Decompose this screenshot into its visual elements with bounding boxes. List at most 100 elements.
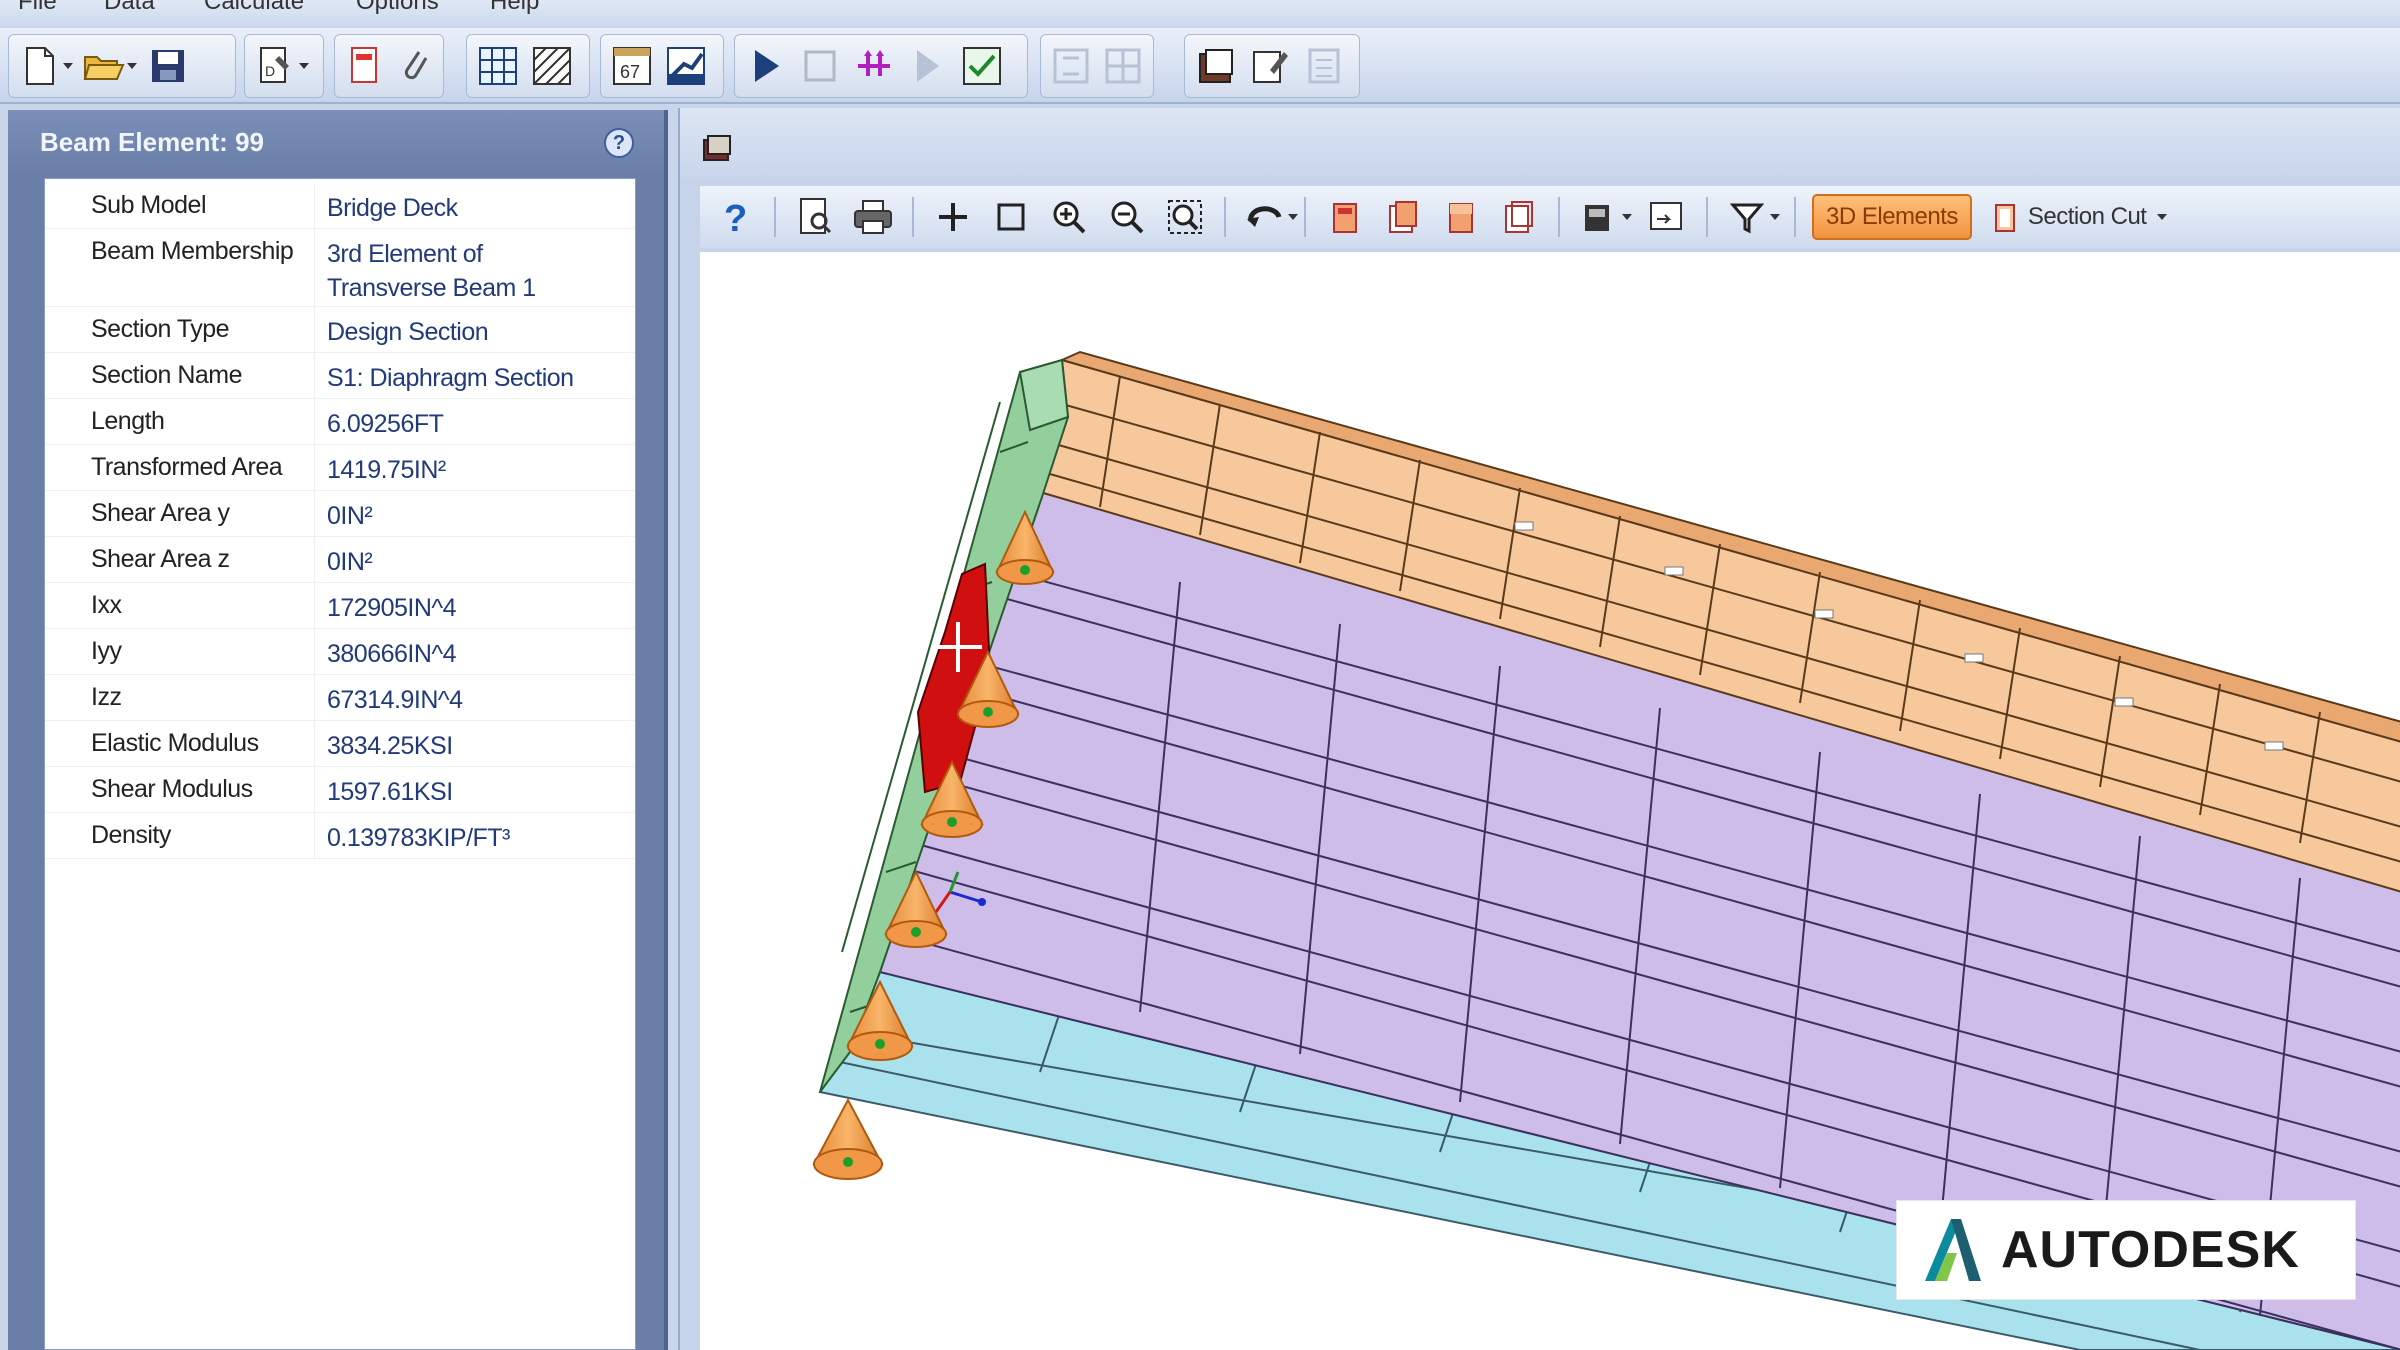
3d-elements-label: 3D Elements xyxy=(1826,203,1958,230)
property-row-elastic-modulus[interactable]: Elastic Modulus 3834.25KSI xyxy=(45,721,635,767)
property-row-sub-model[interactable]: Sub Model Bridge Deck xyxy=(45,183,635,229)
model-view-window: ? 3D Elements Section Cut AUTODESK xyxy=(678,108,2400,1350)
disabled-report-button[interactable] xyxy=(1301,43,1347,89)
zoom-extents-button[interactable] xyxy=(1162,194,1208,240)
pan-button[interactable] xyxy=(930,194,976,240)
print-preview-button[interactable]: D xyxy=(253,43,309,89)
new-file-button[interactable] xyxy=(17,43,73,89)
svg-text:D: D xyxy=(265,63,275,79)
check-model-button[interactable] xyxy=(959,43,1005,89)
toolbar-separator xyxy=(1706,197,1708,237)
property-label: Density xyxy=(45,813,315,858)
graph-button[interactable] xyxy=(663,43,709,89)
property-row-transformed-area[interactable]: Transformed Area 1419.75IN² xyxy=(45,445,635,491)
help-circle-icon[interactable]: ? xyxy=(604,128,634,158)
run-analysis-button[interactable] xyxy=(743,43,789,89)
diaphragm-top xyxy=(1018,358,1070,432)
property-row-density[interactable]: Density 0.139783KIP/FT³ xyxy=(45,813,635,859)
bridge-deck-model[interactable] xyxy=(700,252,2400,1350)
help-button[interactable]: ? xyxy=(712,194,758,240)
disabled-tool-2-button[interactable] xyxy=(1101,43,1145,89)
print-button[interactable] xyxy=(850,194,896,240)
report-book-icon xyxy=(1199,49,1233,83)
display-options-button[interactable] xyxy=(1576,194,1632,240)
export-image-icon xyxy=(1650,202,1682,230)
save-button[interactable] xyxy=(145,43,191,89)
menu-calculate[interactable]: Calculate xyxy=(204,0,304,16)
menu-bar: File Data Calculate Options Help xyxy=(0,0,2400,26)
rotate-view-button[interactable] xyxy=(1242,194,1298,240)
delete-button[interactable] xyxy=(343,43,385,89)
property-row-ixx[interactable]: Ixx 172905IN^4 xyxy=(45,583,635,629)
property-value: 1419.75IN² xyxy=(327,456,446,484)
property-row-iyy[interactable]: Iyy 380666IN^4 xyxy=(45,629,635,675)
load-case-button[interactable] xyxy=(851,43,897,89)
property-value: S1: Diaphragm Section xyxy=(327,364,574,392)
section-cut-icon xyxy=(1994,204,2015,232)
next-step-button[interactable] xyxy=(905,43,951,89)
hatch-button[interactable] xyxy=(529,43,575,89)
iso-view-button[interactable] xyxy=(1496,194,1542,240)
grid-button[interactable] xyxy=(475,43,521,89)
check-model-icon xyxy=(963,47,1001,85)
open-file-button[interactable] xyxy=(81,43,137,89)
view-titlebar xyxy=(680,108,2400,180)
property-row-section-type[interactable]: Section Type Design Section xyxy=(45,307,635,353)
menu-file[interactable]: File xyxy=(18,0,57,16)
new-file-icon xyxy=(26,47,54,85)
results-toolbar-group: 67 xyxy=(600,34,724,98)
edit-report-button[interactable] xyxy=(1247,43,1293,89)
property-row-section-name[interactable]: Section Name S1: Diaphragm Section xyxy=(45,353,635,399)
disabled-tool-1-button[interactable] xyxy=(1049,43,1093,89)
3d-model-viewport[interactable]: AUTODESK xyxy=(700,252,2400,1350)
open-folder-icon xyxy=(83,56,125,80)
property-label: Length xyxy=(45,399,315,444)
property-label: Iyy xyxy=(45,629,315,674)
file-toolbar-group xyxy=(8,34,236,98)
paperclip-icon xyxy=(404,51,428,80)
property-row-length[interactable]: Length 6.09256FT xyxy=(45,399,635,445)
disabled-document-icon xyxy=(1308,48,1340,84)
zoom-out-button[interactable] xyxy=(1104,194,1150,240)
panel-header: Beam Element: 99 xyxy=(8,110,664,174)
top-view-button[interactable] xyxy=(1438,194,1484,240)
toolbar-separator xyxy=(912,197,914,237)
results-table-button[interactable]: 67 xyxy=(609,43,655,89)
property-value: 172905IN^4 xyxy=(327,594,457,622)
zoom-extents-icon xyxy=(1168,200,1202,234)
properties-panel: Beam Element: 99 ? Sub Model Bridge Deck… xyxy=(8,110,668,1350)
front-view-button[interactable] xyxy=(1322,194,1368,240)
property-label: Shear Modulus xyxy=(45,767,315,812)
disabled-sheet-icon xyxy=(1053,48,1089,84)
view-cube-front-icon xyxy=(1333,203,1357,233)
menu-help[interactable]: Help xyxy=(490,0,539,16)
menu-data[interactable]: Data xyxy=(104,0,155,16)
hatch-grid-icon xyxy=(533,47,571,85)
property-value: 1597.61KSI xyxy=(327,778,453,806)
property-value: 3834.25KSI xyxy=(327,732,453,760)
property-row-shear-area-y[interactable]: Shear Area y 0IN² xyxy=(45,491,635,537)
disabled-toolbar-group xyxy=(1040,34,1154,98)
menu-options[interactable]: Options xyxy=(356,0,439,16)
view-toolbar: ? 3D Elements Section Cut xyxy=(700,186,2400,248)
property-row-beam-membership[interactable]: Beam Membership 3rd Element of Transvers… xyxy=(45,229,635,307)
filter-button[interactable] xyxy=(1724,194,1780,240)
property-row-shear-area-z[interactable]: Shear Area z 0IN² xyxy=(45,537,635,583)
stop-analysis-button[interactable] xyxy=(797,43,843,89)
section-cut-label: Section Cut xyxy=(2027,203,2147,230)
filter-funnel-icon xyxy=(1729,203,1765,234)
export-image-button[interactable] xyxy=(1644,194,1690,240)
section-cut-dropdown[interactable]: Section Cut xyxy=(1984,194,2179,240)
svg-text:67: 67 xyxy=(620,62,640,82)
report-button[interactable] xyxy=(1193,43,1239,89)
zoom-in-button[interactable] xyxy=(1046,194,1092,240)
select-box-button[interactable] xyxy=(988,194,1034,240)
attach-button[interactable] xyxy=(393,43,435,89)
property-row-shear-modulus[interactable]: Shear Modulus 1597.61KSI xyxy=(45,767,635,813)
3d-elements-toggle-button[interactable]: 3D Elements xyxy=(1812,194,1972,240)
property-row-izz[interactable]: Izz 67314.9IN^4 xyxy=(45,675,635,721)
printer-icon xyxy=(854,200,892,234)
side-view-button[interactable] xyxy=(1380,194,1426,240)
next-arrow-icon xyxy=(917,50,939,82)
print-preview-view-button[interactable] xyxy=(792,194,838,240)
